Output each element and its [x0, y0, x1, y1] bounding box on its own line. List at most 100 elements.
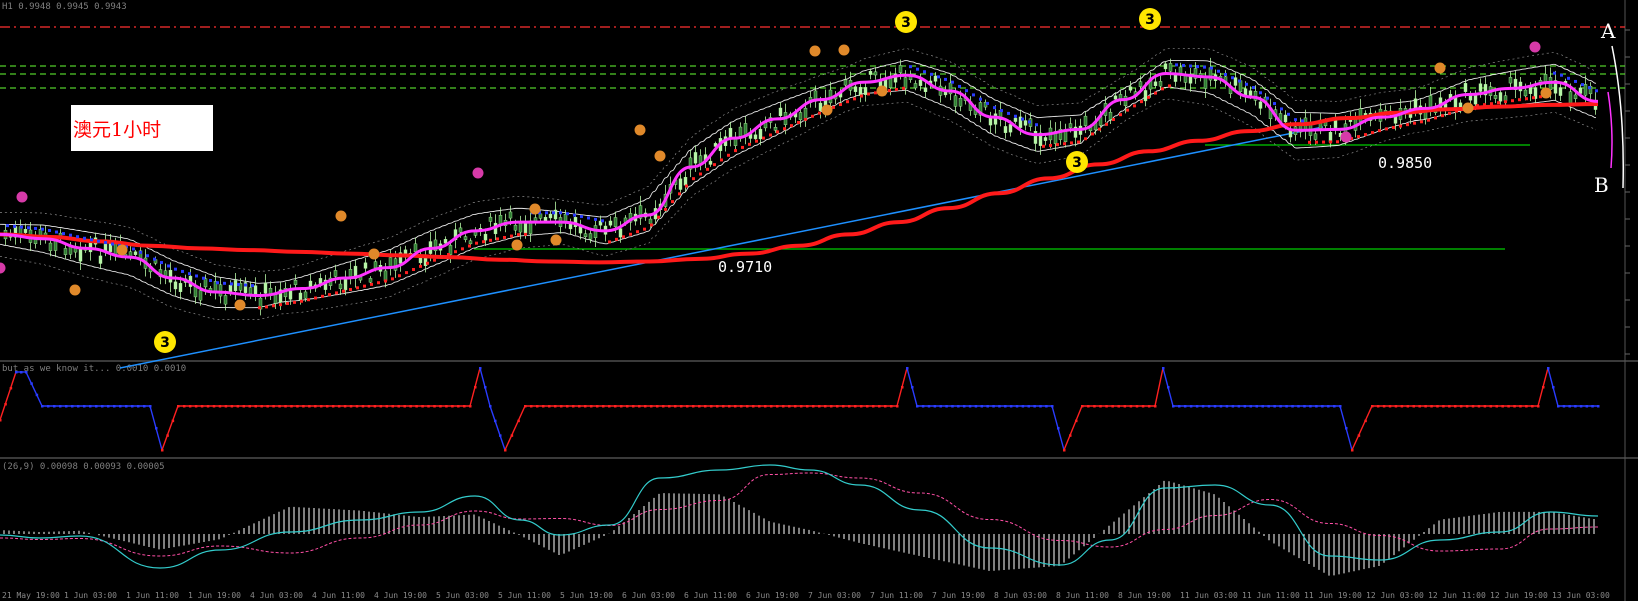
- time-tick-label: 1 Jun 19:00: [188, 591, 241, 600]
- signal-dot: [1147, 95, 1150, 99]
- oscillator-dot: [1225, 405, 1229, 408]
- oscillator-dot: [1213, 405, 1217, 408]
- time-tick-label: 7 Jun 03:00: [808, 591, 861, 600]
- signal-dot: [1595, 89, 1598, 93]
- oscillator-dot: [794, 405, 797, 408]
- signal-dot: [440, 255, 443, 259]
- signal-dot: [1322, 140, 1325, 144]
- oscillator-dot: [1537, 405, 1540, 408]
- oscillator-dot: [242, 405, 246, 408]
- signal-dot: [1063, 142, 1066, 146]
- oscillator-dot: [166, 434, 169, 437]
- signal-dot: [132, 247, 135, 251]
- candle-body: [1283, 114, 1288, 123]
- oscillator-dot: [1542, 386, 1545, 389]
- oscillator-dot: [71, 405, 74, 408]
- fractal-marker: [529, 203, 541, 215]
- candle-body: [1233, 77, 1238, 86]
- oscillator-dot: [1339, 405, 1342, 408]
- signal-dot: [1196, 65, 1199, 69]
- signal-dot: [1455, 109, 1458, 113]
- oscillator-dot: [409, 405, 412, 408]
- oscillator-dot: [680, 405, 683, 408]
- signal-dot: [573, 213, 576, 217]
- oscillator-dot: [0, 419, 2, 422]
- candle-body: [193, 286, 198, 298]
- candle-body: [413, 243, 418, 253]
- signal-dot: [384, 279, 387, 283]
- fractal-marker: [69, 284, 81, 296]
- ascending-trendline[interactable]: [119, 126, 1324, 369]
- candle-body: [798, 112, 803, 120]
- wave-marker-label: 3: [1072, 155, 1082, 171]
- signal-dot: [762, 136, 765, 140]
- signal-dot: [1189, 64, 1192, 68]
- oscillator-dot: [373, 405, 377, 408]
- oscillator-dot: [47, 405, 50, 408]
- signal-dot: [1560, 73, 1563, 77]
- signal-dot: [230, 282, 233, 286]
- price-chart[interactable]: H1 0.9948 0.9945 0.9943 but as we know i…: [0, 0, 1638, 601]
- candle-body: [548, 213, 553, 219]
- signal-dot: [1392, 125, 1395, 129]
- oscillator-line: [1063, 405, 1083, 451]
- oscillator-dot: [1069, 434, 1072, 437]
- oscillator-dot: [1279, 405, 1282, 408]
- signal-dot: [853, 97, 856, 101]
- signal-dot: [503, 235, 506, 239]
- signal-dot: [405, 271, 408, 275]
- signal-dot: [1553, 71, 1556, 75]
- candle-body: [858, 87, 863, 96]
- oscillator-dot: [921, 405, 925, 408]
- signal-dot: [300, 299, 303, 303]
- signal-dot: [426, 261, 429, 265]
- oscillator-dot: [230, 405, 234, 408]
- oscillator-dot: [325, 405, 329, 408]
- candle-body: [298, 292, 303, 301]
- signal-dot: [1490, 102, 1493, 106]
- signal-dot: [181, 269, 184, 273]
- signal-dot: [209, 278, 212, 282]
- signal-dot: [895, 87, 898, 91]
- candle-body: [178, 283, 183, 292]
- oscillator-dot: [933, 405, 937, 408]
- candle-body: [923, 87, 928, 92]
- signal-dot: [622, 235, 625, 239]
- signal-dot: [1476, 104, 1479, 108]
- signal-dot: [1252, 86, 1255, 90]
- signal-dot: [1154, 91, 1157, 95]
- candle-body: [1153, 81, 1158, 87]
- time-tick-label: 4 Jun 19:00: [374, 591, 427, 600]
- signal-dot: [811, 114, 814, 118]
- oscillator-dot: [1195, 405, 1199, 408]
- time-tick-label: 6 Jun 19:00: [746, 591, 799, 600]
- candle-body: [1503, 95, 1508, 102]
- time-tick-label: 12 Jun 19:00: [1490, 591, 1548, 600]
- signal-dot: [1168, 84, 1171, 88]
- oscillator-dot: [740, 405, 743, 408]
- signal-dot: [979, 97, 982, 101]
- oscillator-dot: [296, 405, 299, 408]
- oscillator-dot: [194, 405, 198, 408]
- oscillator-dot: [463, 405, 466, 408]
- candle-body: [253, 285, 258, 296]
- candle-body: [843, 79, 848, 86]
- oscillator-dot: [9, 387, 13, 390]
- candle-body: [508, 211, 513, 219]
- candle-body: [78, 248, 83, 262]
- oscillator-dot: [1117, 405, 1120, 408]
- signal-dot: [1028, 120, 1031, 124]
- signal-dot: [27, 226, 30, 230]
- signal-dot: [1049, 143, 1052, 147]
- oscillator-dot: [25, 371, 28, 374]
- signal-dot: [748, 142, 751, 146]
- oscillator-dot: [1454, 405, 1457, 408]
- oscillator-dot: [1424, 405, 1427, 408]
- signal-dot: [293, 300, 296, 304]
- oscillator-dot: [290, 405, 293, 408]
- signal-dot: [1238, 79, 1241, 83]
- candle-body: [683, 177, 688, 186]
- oscillator-dot: [53, 405, 56, 408]
- signal-dot: [1217, 69, 1220, 73]
- signal-dot: [1077, 140, 1080, 144]
